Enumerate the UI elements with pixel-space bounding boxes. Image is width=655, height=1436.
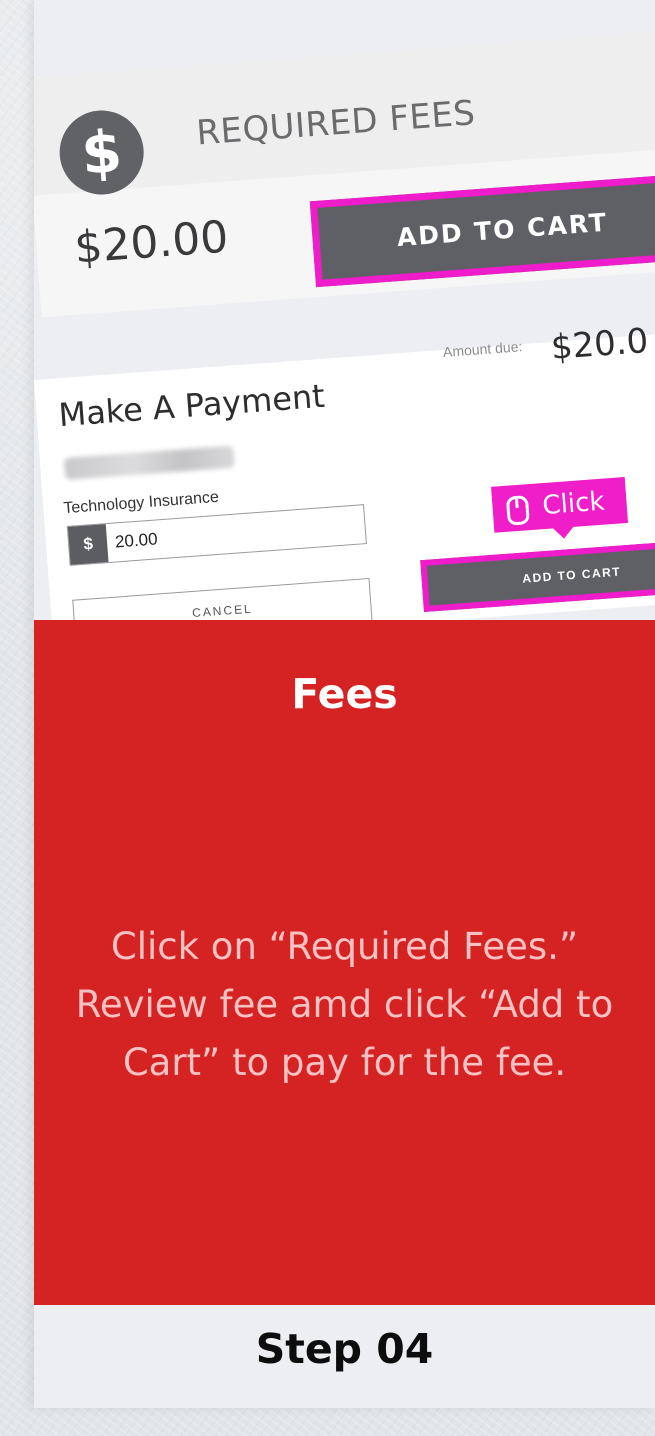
fee-field-label: Technology Insurance: [62, 488, 220, 518]
step-label: Step 04: [255, 1325, 434, 1373]
payment-amount-value: 20.00: [114, 529, 159, 552]
fee-price: $20.00: [72, 211, 231, 274]
make-payment-screenshot: Make A Payment Amount due: $20.0 Technol…: [34, 321, 655, 650]
panel-title: Fees: [291, 670, 398, 718]
amount-due-label: Amount due:: [442, 338, 523, 360]
instruction-panel: Fees Click on “Required Fees.” Review fe…: [34, 620, 655, 1305]
panel-description: Click on “Required Fees.” Review fee amd…: [75, 925, 614, 1084]
required-fees-title: REQUIRED FEES: [195, 93, 477, 154]
currency-prefix: $: [67, 524, 109, 565]
required-fees-screenshot: $ REQUIRED FEES $20.00 ADD TO CART: [34, 29, 655, 318]
click-hint-text: Click: [541, 486, 606, 522]
blurred-student-name: [63, 445, 235, 480]
mouse-icon: [505, 495, 530, 526]
amount-due-value: $20.0: [549, 320, 650, 368]
required-fees-header[interactable]: $ REQUIRED FEES: [34, 29, 655, 198]
step-footer: Step 04: [34, 1305, 655, 1408]
payment-title: Make A Payment: [57, 376, 326, 435]
dollar-icon: $: [56, 107, 147, 198]
click-hint-bubble: Click: [491, 476, 629, 533]
add-to-cart-button[interactable]: ADD TO CART: [309, 173, 655, 288]
payment-add-to-cart-button[interactable]: ADD TO CART: [420, 538, 655, 613]
